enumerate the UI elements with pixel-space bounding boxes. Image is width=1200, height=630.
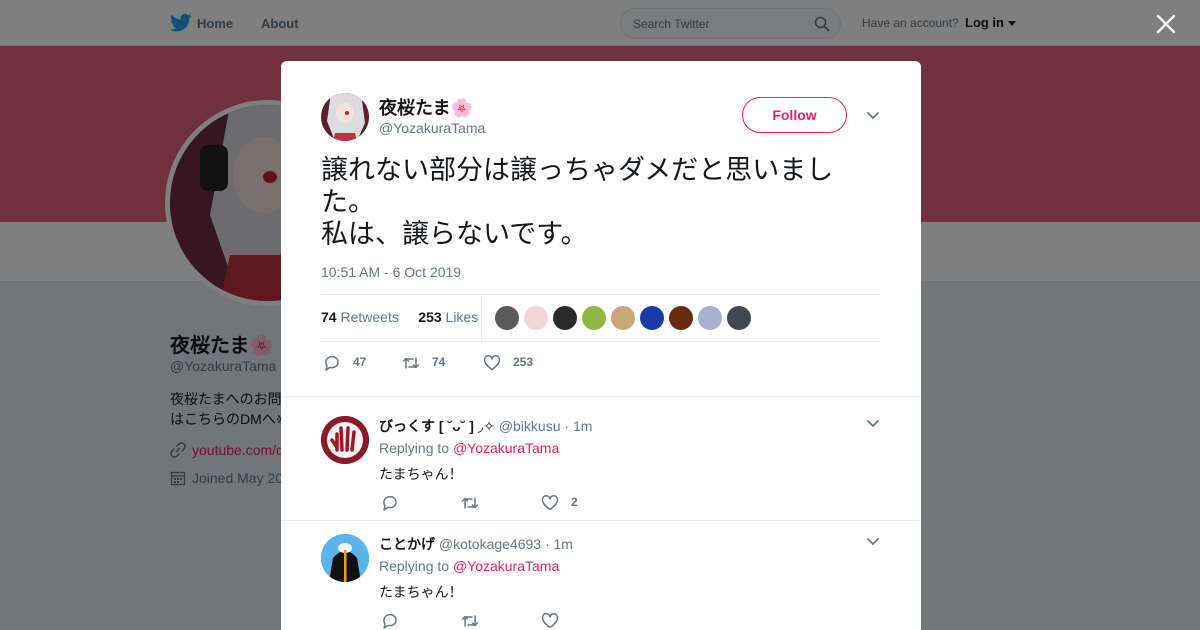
reply-tweet[interactable]: ことかげ @kotokage4693 · 1m Replying to @Yoz… bbox=[281, 520, 921, 630]
liker-avatar[interactable] bbox=[611, 306, 635, 330]
reply-author-name[interactable]: びっくす [ ˘ᴗ˘ ] ◞✧ @bikkusu · 1m bbox=[379, 416, 592, 436]
divider bbox=[321, 341, 881, 342]
reply-author-display-name[interactable]: びっくす [ ˘ᴗ˘ ] ◞✧ bbox=[379, 418, 495, 434]
reply-text: たまちゃん！ bbox=[379, 584, 463, 600]
like-count: 2 bbox=[571, 495, 578, 509]
liker-avatar[interactable] bbox=[553, 306, 577, 330]
tweet-modal: 夜桜たま🌸 @YozakuraTama Follow 譲れない部分は譲っちゃダメ… bbox=[281, 61, 921, 630]
tweet-author-avatar[interactable] bbox=[321, 93, 369, 141]
tweet-timestamp[interactable]: 10:51 AM - 6 Oct 2019 bbox=[321, 264, 461, 280]
reply-author-name[interactable]: ことかげ @kotokage4693 · 1m bbox=[379, 534, 573, 554]
tweet-author-name[interactable]: 夜桜たま🌸 bbox=[379, 94, 473, 120]
chevron-down-icon[interactable] bbox=[867, 538, 879, 546]
replying-to: Replying to @YozakuraTama bbox=[379, 440, 559, 456]
reply-author-handle[interactable]: @kotokage4693 bbox=[439, 536, 541, 552]
liker-avatar[interactable] bbox=[727, 306, 751, 330]
follow-button[interactable]: Follow bbox=[742, 97, 847, 133]
liker-avatar[interactable] bbox=[582, 306, 606, 330]
liker-avatar[interactable] bbox=[698, 306, 722, 330]
heart-icon bbox=[483, 355, 501, 371]
liker-avatar[interactable] bbox=[640, 306, 664, 330]
reply-icon bbox=[383, 495, 397, 511]
replying-to-label: Replying to bbox=[379, 558, 450, 574]
heart-icon bbox=[541, 495, 559, 511]
divider bbox=[321, 294, 881, 295]
reply-avatar[interactable] bbox=[321, 416, 369, 464]
tweet-text: 譲れない部分は譲っちゃダメだと思いました。 私は、譲らないです。 bbox=[321, 155, 834, 249]
reply-time[interactable]: · 1m bbox=[545, 536, 573, 552]
retweets-count[interactable]: 74 bbox=[321, 309, 337, 325]
reply-text: たまちゃん！ bbox=[379, 466, 463, 482]
chevron-down-icon[interactable] bbox=[867, 112, 879, 120]
retweet-icon bbox=[402, 357, 420, 369]
reply-time[interactable]: · 1m bbox=[564, 418, 592, 434]
replying-to-label: Replying to bbox=[379, 440, 450, 456]
reply-icon bbox=[383, 613, 397, 629]
reply-author-display-name[interactable]: ことかげ bbox=[379, 536, 435, 552]
close-icon[interactable] bbox=[1155, 13, 1177, 35]
reply-icon bbox=[325, 355, 339, 371]
likes-label[interactable]: Likes bbox=[446, 309, 479, 325]
replying-to: Replying to @YozakuraTama bbox=[379, 558, 559, 574]
retweets-label[interactable]: Retweets bbox=[340, 309, 398, 325]
liker-avatar[interactable] bbox=[524, 306, 548, 330]
chevron-down-icon[interactable] bbox=[867, 420, 879, 428]
replying-to-link[interactable]: @YozakuraTama bbox=[453, 558, 559, 574]
tweet-author-handle[interactable]: @YozakuraTama bbox=[379, 120, 485, 136]
reply-avatar[interactable] bbox=[321, 534, 369, 582]
reply-author-handle[interactable]: @bikkusu bbox=[499, 418, 561, 434]
likes-count[interactable]: 253 bbox=[418, 309, 441, 325]
like-count: 253 bbox=[513, 355, 534, 369]
liker-avatar[interactable] bbox=[495, 306, 519, 330]
tweet-stats: 74 Retweets 253 Likes bbox=[321, 309, 478, 325]
stats-divider bbox=[481, 295, 482, 341]
retweet-count: 74 bbox=[432, 355, 446, 369]
reply-tweet[interactable]: びっくす [ ˘ᴗ˘ ] ◞✧ @bikkusu · 1m Replying t… bbox=[281, 396, 921, 520]
replying-to-link[interactable]: @YozakuraTama bbox=[453, 440, 559, 456]
heart-icon bbox=[541, 613, 559, 629]
reply-count: 47 bbox=[353, 355, 367, 369]
liker-avatar[interactable] bbox=[669, 306, 693, 330]
retweet-icon bbox=[461, 615, 479, 627]
retweet-icon bbox=[461, 497, 479, 509]
